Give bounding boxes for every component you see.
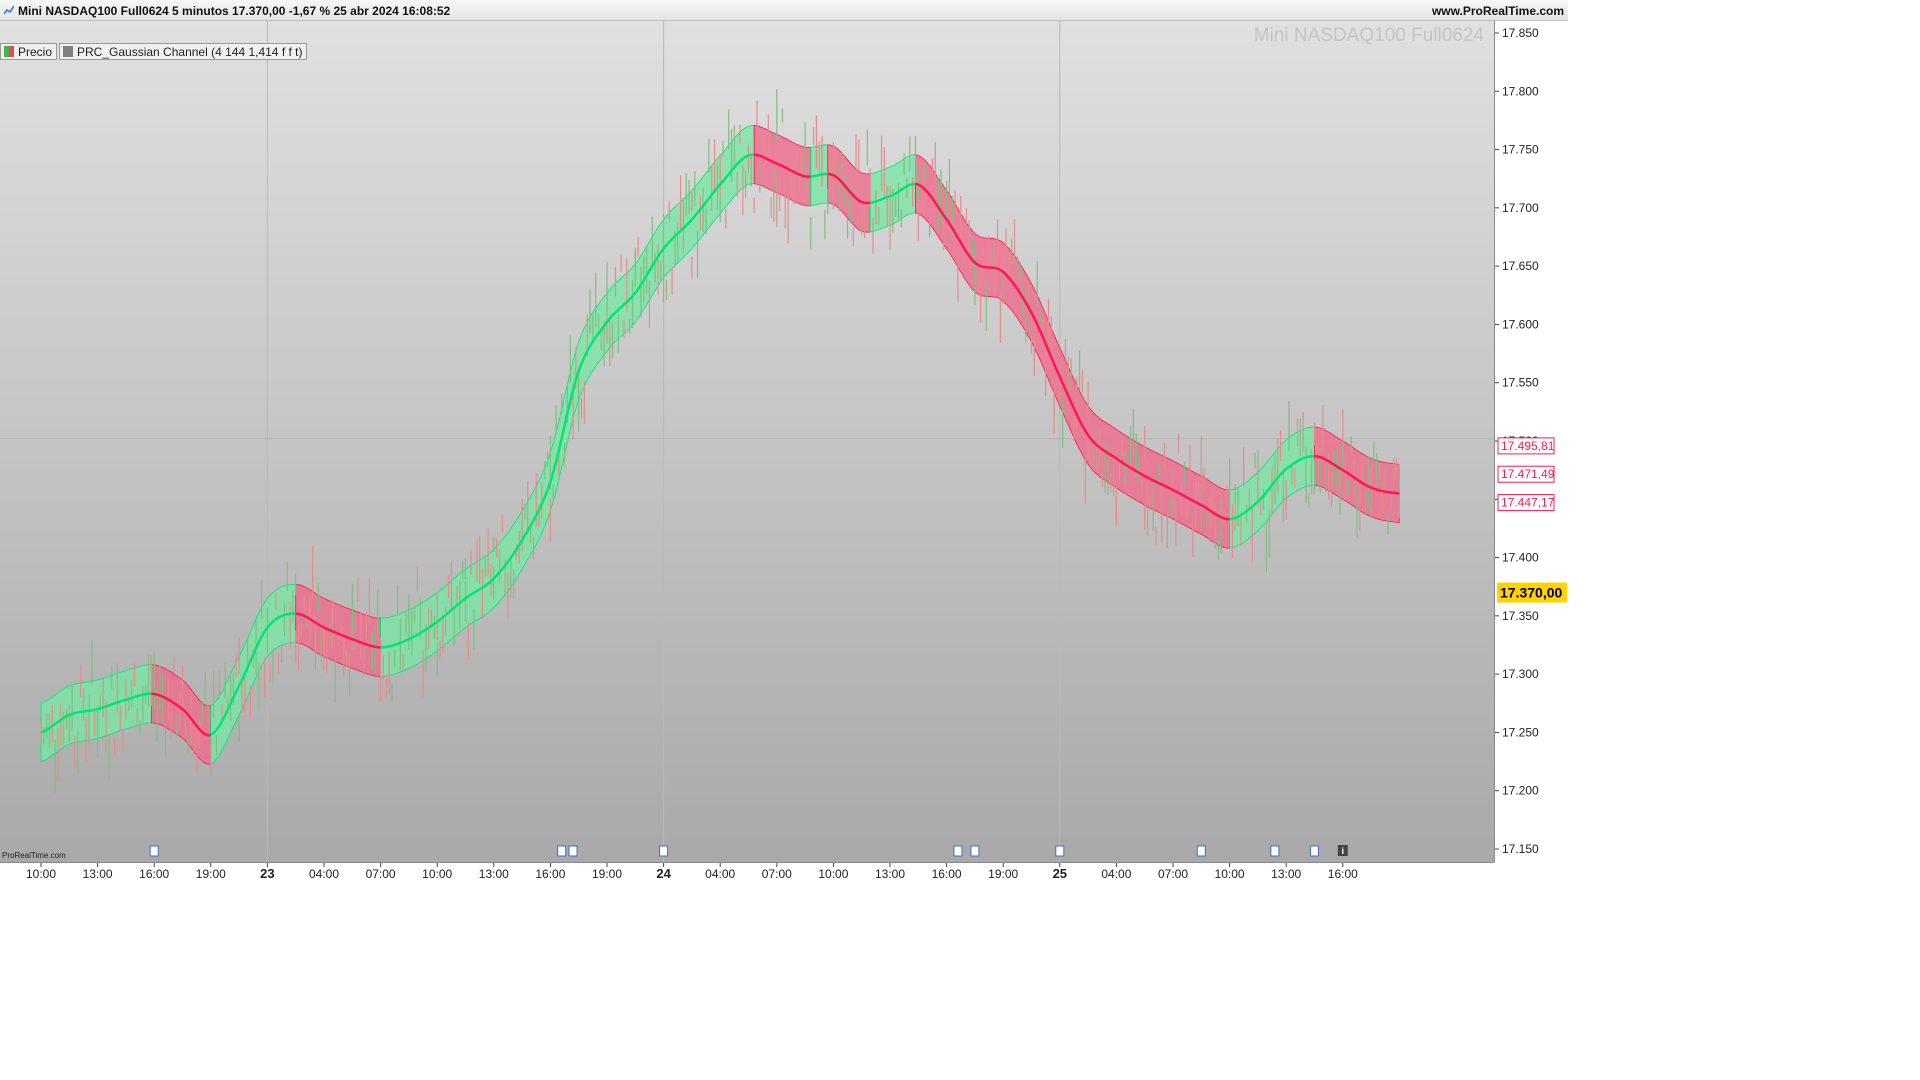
x-tick-label: 16:00	[932, 867, 962, 881]
y-tick-label: 17.300	[1502, 667, 1539, 681]
price-axis-svg: 17.150 17.200 17.250 17.300 17.350 17.400 17.4…	[1495, 26, 1567, 856]
news-marker-icon	[953, 845, 963, 857]
legend-swatch-gaussian	[63, 46, 74, 57]
x-tick-label: 16:00	[1328, 867, 1358, 881]
indicator-value-label: 17.447,17	[1501, 496, 1555, 510]
y-tick-label: 17.250	[1502, 725, 1539, 739]
x-tick-label: 04:00	[1101, 867, 1131, 881]
channel-band-down	[827, 144, 871, 233]
news-marker-icon	[1270, 845, 1280, 857]
x-tick-label: 16:00	[139, 867, 169, 881]
x-tick-label: 13:00	[1271, 867, 1301, 881]
y-tick-label: 17.550	[1502, 376, 1539, 390]
indicator-value-label: 17.471,49	[1501, 467, 1555, 481]
app-icon	[4, 5, 14, 15]
x-tick-label: 19:00	[196, 867, 226, 881]
news-marker-icon	[659, 845, 669, 857]
y-tick-label: 17.850	[1502, 26, 1539, 40]
x-tick-label: 19:00	[988, 867, 1018, 881]
legend-item-price[interactable]: Precio	[0, 43, 58, 60]
axis-corner	[1494, 862, 1568, 882]
brand-label: ProRealTime.com	[2, 851, 66, 860]
x-tick-label: 07:00	[1158, 867, 1188, 881]
x-tick-label: 25	[1053, 866, 1067, 881]
channel-band-down	[295, 583, 382, 677]
x-tick-label: 07:00	[762, 867, 792, 881]
x-tick-label: 10:00	[26, 867, 56, 881]
legend-swatch-price	[4, 46, 14, 57]
last-price-label: 17.370,00	[1500, 585, 1562, 601]
title-bar: Mini NASDAQ100 Full0624 5 minutos 17.370…	[0, 0, 1568, 21]
news-marker-icon	[1055, 845, 1065, 857]
x-tick-label: 13:00	[875, 867, 905, 881]
y-tick-label: 17.200	[1502, 784, 1539, 798]
channel-band-down	[915, 154, 1230, 549]
x-tick-label: 04:00	[309, 867, 339, 881]
y-tick-label: 17.750	[1502, 143, 1539, 157]
website-label[interactable]: www.ProRealTime.com	[1432, 4, 1564, 18]
price-candles	[40, 88, 1401, 793]
y-tick-label: 17.150	[1502, 842, 1539, 856]
x-tick-label: 13:00	[479, 867, 509, 881]
time-axis[interactable]: 10:00 13:00 16:00 19:00 23 04:00 07:00 10:00 13:…	[0, 862, 1494, 882]
x-tick-label: 07:00	[366, 867, 396, 881]
y-tick-label: 17.400	[1502, 551, 1539, 565]
legend-item-gaussian-channel[interactable]: PRC_Gaussian Channel (4 144 1,414 f f t)	[59, 43, 308, 60]
y-tick-label: 17.650	[1502, 259, 1539, 273]
x-tick-label: 13:00	[83, 867, 113, 881]
x-tick-label: 16:00	[535, 867, 565, 881]
x-tick-label: 23	[260, 866, 274, 881]
legend: Precio PRC_Gaussian Channel (4 144 1,414…	[0, 43, 308, 62]
legend-label-price: Precio	[18, 44, 53, 59]
info-marker-glyph: i	[1342, 846, 1345, 856]
chart-svg: i	[0, 21, 1494, 862]
x-tick-label: 24	[656, 866, 671, 881]
indicator-value-label: 17.495,81	[1501, 439, 1555, 453]
y-tick-label: 17.700	[1502, 201, 1539, 215]
y-tick-label: 17.800	[1502, 84, 1539, 98]
time-axis-svg: 10:00 13:00 16:00 19:00 23 04:00 07:00 10:00 13:…	[26, 863, 1358, 881]
channel-band-up	[210, 583, 297, 765]
news-marker-icon	[149, 845, 159, 857]
x-tick-label: 04:00	[705, 867, 735, 881]
price-axis[interactable]: 17.150 17.200 17.250 17.300 17.350 17.400 17.4…	[1494, 21, 1568, 862]
x-tick-label: 10:00	[818, 867, 848, 881]
news-marker-icon	[557, 845, 567, 857]
x-tick-label: 10:00	[422, 867, 452, 881]
y-tick-label: 17.350	[1502, 609, 1539, 623]
news-marker-icon	[1196, 845, 1206, 857]
news-marker-icon	[568, 845, 578, 857]
news-marker-icon	[1310, 845, 1319, 857]
x-tick-label: 19:00	[592, 867, 622, 881]
chart-plot-area[interactable]: i Mini NASDAQ100 Full0624 Precio PRC_Gau…	[0, 21, 1494, 862]
news-marker-icon	[970, 845, 980, 857]
legend-label-gaussian: PRC_Gaussian Channel (4 144 1,414 f f t)	[77, 44, 303, 59]
watermark-text: Mini NASDAQ100 Full0624	[1253, 25, 1484, 46]
x-tick-label: 10:00	[1215, 867, 1245, 881]
y-tick-label: 17.600	[1502, 317, 1539, 331]
window-title: Mini NASDAQ100 Full0624 5 minutos 17.370…	[18, 4, 451, 18]
